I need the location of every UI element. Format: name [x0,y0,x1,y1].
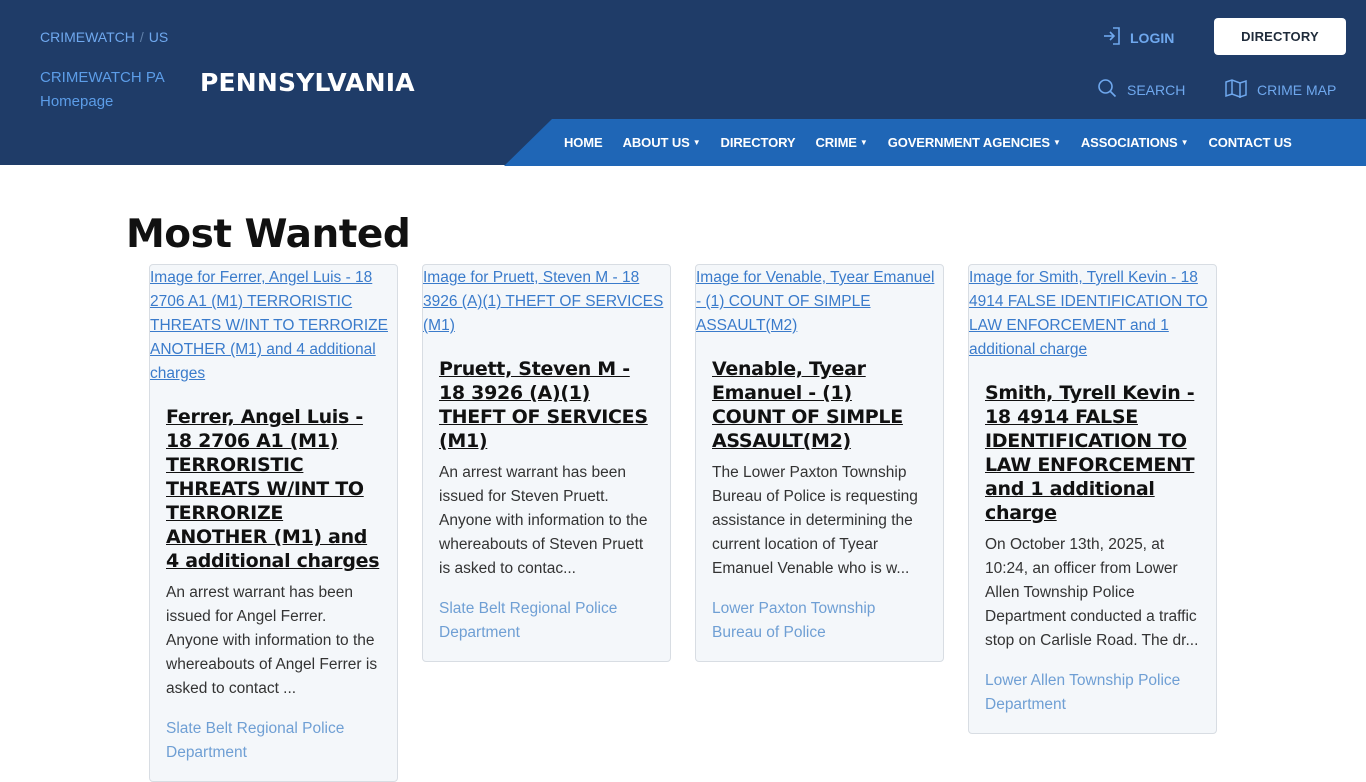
nav-government-agencies[interactable]: GOVERNMENT AGENCIES ▼ [878,135,1071,150]
card-summary: The Lower Paxton Township Bureau of Poli… [712,464,918,577]
card-image[interactable]: Image for Venable, Tyear Emanuel - (1) C… [696,265,943,341]
card-body: Smith, Tyrell Kevin - 18 4914 FALSE IDEN… [969,365,1216,733]
caret-down-icon: ▼ [692,138,701,147]
search-icon [1097,78,1117,101]
card-image[interactable]: Image for Ferrer, Angel Luis - 18 2706 A… [150,265,397,389]
nav-contact-us-label: CONTACT US [1208,135,1292,150]
crime-map-link[interactable]: CRIME MAP [1225,78,1336,101]
breadcrumb: CRIMEWATCH / US [40,29,168,45]
caret-down-icon: ▼ [1053,138,1061,147]
card-body: Pruett, Steven M - 18 3926 (A)(1) THEFT … [423,341,670,661]
breadcrumb-crimewatch[interactable]: CRIMEWATCH [40,29,135,45]
nav-associations[interactable]: ASSOCIATIONS ▼ [1071,135,1199,150]
login-icon [1102,26,1122,49]
card-image[interactable]: Image for Smith, Tyrell Kevin - 18 4914 … [969,265,1216,365]
nav-crime-label: CRIME [815,135,857,150]
nav-government-agencies-label: GOVERNMENT AGENCIES [887,135,1051,150]
nav-directory[interactable]: DIRECTORY [711,135,806,150]
card-body: Venable, Tyear Emanuel - (1) COUNT OF SI… [696,341,943,661]
card-agency[interactable]: Lower Allen Township Police Department [985,669,1200,717]
card-agency[interactable]: Slate Belt Regional Police Department [166,717,381,765]
map-icon [1225,78,1247,101]
login-link[interactable]: LOGIN [1102,26,1174,49]
directory-button[interactable]: DIRECTORY [1214,18,1346,55]
card-title[interactable]: Venable, Tyear Emanuel - (1) COUNT OF SI… [712,357,927,453]
wanted-card[interactable]: Image for Pruett, Steven M - 18 3926 (A)… [422,264,671,662]
caret-down-icon: ▼ [859,138,868,147]
login-label: LOGIN [1130,29,1175,46]
site-logo[interactable]: CRIMEWATCH PA Homepage [40,66,185,114]
nav-directory-label: DIRECTORY [720,135,796,150]
breadcrumb-separator: / [139,29,144,45]
breadcrumb-us[interactable]: US [149,29,168,45]
search-label: SEARCH [1127,81,1186,98]
card-title[interactable]: Ferrer, Angel Luis - 18 2706 A1 (M1) TER… [166,405,381,573]
nav-about-us-label: ABOUT US [622,135,690,150]
nav-associations-label: ASSOCIATIONS [1080,135,1178,150]
card-agency[interactable]: Lower Paxton Township Bureau of Police [712,597,927,645]
nav-contact-us[interactable]: CONTACT US [1198,135,1301,150]
card-summary: An arrest warrant has been issued for An… [166,584,378,697]
wanted-card[interactable]: Image for Venable, Tyear Emanuel - (1) C… [695,264,944,662]
card-agency[interactable]: Slate Belt Regional Police Department [439,597,654,645]
crime-map-label: CRIME MAP [1257,81,1337,98]
nav-home[interactable]: HOME [554,135,613,150]
caret-down-icon: ▼ [1180,138,1189,147]
card-summary: On October 13th, 2025, at 10:24, an offi… [985,536,1199,649]
card-image[interactable]: Image for Pruett, Steven M - 18 3926 (A)… [423,265,670,341]
card-body: Ferrer, Angel Luis - 18 2706 A1 (M1) TER… [150,389,397,781]
nav-crime[interactable]: CRIME ▼ [805,135,877,150]
page-title: Most Wanted [126,212,411,257]
state-title[interactable]: PENNSYLVANIA [200,68,415,97]
wanted-card[interactable]: Image for Ferrer, Angel Luis - 18 2706 A… [149,264,398,782]
card-summary: An arrest warrant has been issued for St… [439,464,648,577]
nav-about-us[interactable]: ABOUT US ▼ [613,135,711,150]
card-title[interactable]: Smith, Tyrell Kevin - 18 4914 FALSE IDEN… [985,381,1200,525]
search-link[interactable]: SEARCH [1097,78,1185,101]
card-title[interactable]: Pruett, Steven M - 18 3926 (A)(1) THEFT … [439,357,654,453]
main-nav: HOME ABOUT US ▼ DIRECTORY CRIME ▼ GOVERNME… [554,119,1302,166]
nav-home-label: HOME [564,135,603,150]
wanted-card[interactable]: Image for Smith, Tyrell Kevin - 18 4914 … [968,264,1217,734]
